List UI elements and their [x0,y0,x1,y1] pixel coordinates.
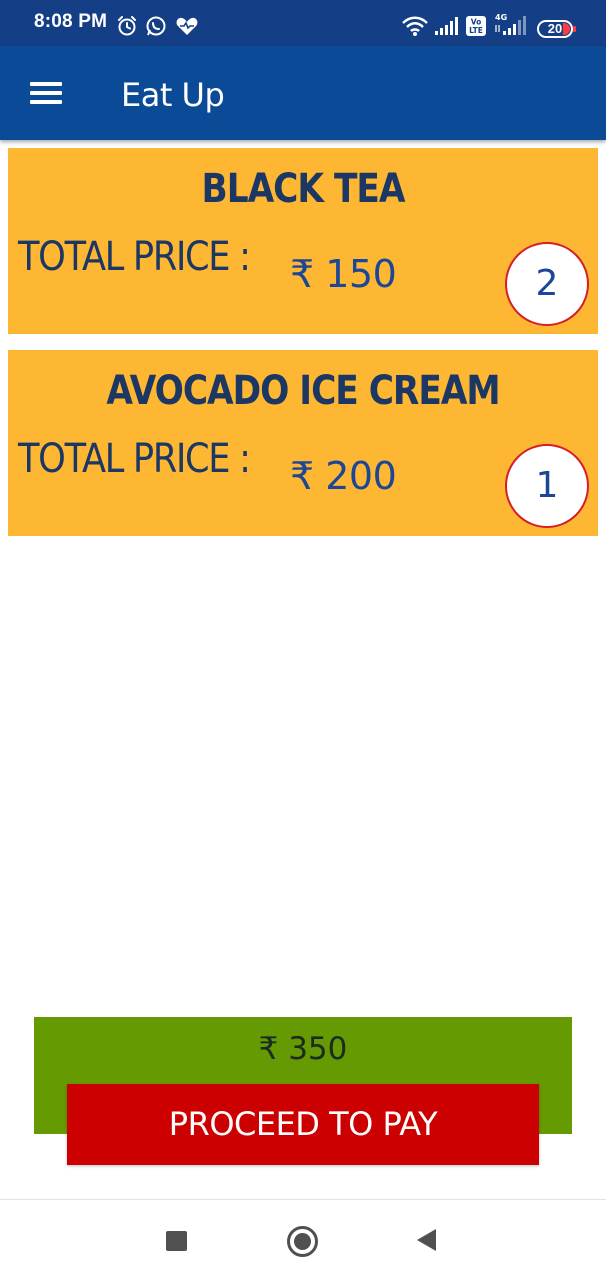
battery-level: 20 [547,21,563,36]
quantity-badge[interactable]: 1 [505,444,589,528]
signal-icon [435,17,458,35]
status-bar: 8:08 PM Vo LTE 4G 20 [0,0,606,46]
4g-signal-icon: 4G [495,13,526,35]
navigation-bar [0,1199,606,1280]
whatsapp-icon [146,16,166,36]
item-price: ₹ 200 [290,454,397,498]
cart-total: ₹ 350 [258,1031,348,1067]
total-price-label: TOTAL PRICE : [18,234,251,280]
battery-icon: 20 [537,20,576,38]
cart-item-card[interactable]: AVOCADO ICE CREAM TOTAL PRICE : ₹ 200 1 [8,350,598,536]
proceed-to-pay-button[interactable]: PROCEED TO PAY [67,1084,539,1165]
item-price: ₹ 150 [290,252,397,296]
svg-text:4G: 4G [495,13,507,22]
total-price-label: TOTAL PRICE : [18,436,251,482]
status-time: 8:08 PM [34,11,108,32]
menu-icon[interactable] [30,82,64,106]
back-icon[interactable] [417,1229,436,1251]
quantity-badge[interactable]: 2 [505,242,589,326]
item-name: AVOCADO ICE CREAM [106,368,500,414]
alarm-icon [118,16,136,36]
app-title: Eat Up [121,76,225,114]
svg-text:LTE: LTE [469,26,483,35]
heart-icon [176,17,198,35]
home-icon[interactable] [287,1226,318,1257]
wifi-icon [402,16,428,36]
app-bar: Eat Up [0,46,606,140]
volte-icon: Vo LTE [466,16,486,36]
recents-icon[interactable] [166,1231,187,1251]
item-name: BLACK TEA [201,166,406,212]
cart-item-card[interactable]: BLACK TEA TOTAL PRICE : ₹ 150 2 [8,148,598,334]
